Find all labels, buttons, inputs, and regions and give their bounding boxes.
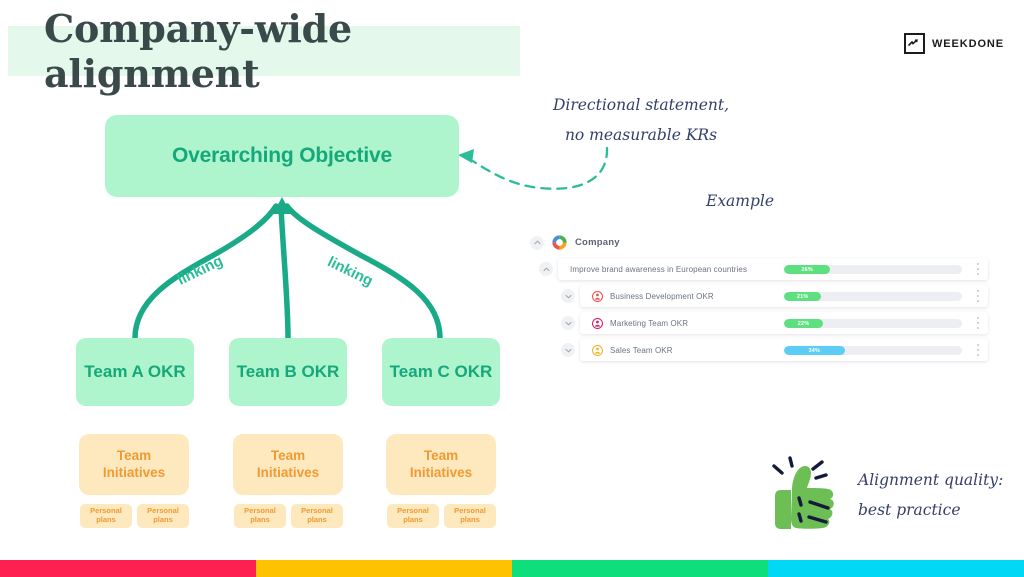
row-menu-icon[interactable] bbox=[976, 317, 979, 329]
page-title: Company-wide alignment bbox=[44, 6, 352, 96]
table-row[interactable]: Business Development OKR 21% bbox=[561, 285, 988, 307]
progress-bar: 34% bbox=[784, 346, 962, 355]
chevron-down-icon[interactable] bbox=[561, 343, 575, 357]
team-initiatives-line1-a: Team bbox=[116, 447, 152, 463]
team-initiatives-line1-b: Team bbox=[270, 447, 306, 463]
app-company-header[interactable]: Company bbox=[530, 235, 620, 250]
table-row[interactable]: Improve brand awareness in European coun… bbox=[539, 258, 988, 280]
footer-color-bar bbox=[0, 560, 1024, 577]
team-avatar-icon bbox=[592, 317, 603, 329]
annotation-alignment-quality: Alignment quality: best practice bbox=[858, 465, 1008, 525]
progress-bar-fill: 22% bbox=[784, 319, 824, 328]
progress-percent: 21% bbox=[796, 293, 809, 300]
team-okr-label-c: Team C OKR bbox=[389, 362, 493, 381]
row-menu-icon[interactable] bbox=[976, 263, 979, 275]
team-okr-label-b: Team B OKR bbox=[236, 362, 340, 381]
chevron-up-icon[interactable] bbox=[530, 235, 544, 250]
personal-plans-chip[interactable]: Personal plans bbox=[444, 504, 496, 528]
row-title: Business Development OKR bbox=[610, 291, 714, 301]
team-okr-box-b[interactable]: Team B OKR bbox=[229, 338, 347, 406]
progress-bar-fill: 26% bbox=[784, 265, 831, 274]
footer-segment bbox=[768, 560, 1024, 577]
chevron-down-icon[interactable] bbox=[561, 289, 575, 303]
row-menu-icon[interactable] bbox=[976, 344, 979, 356]
personal-plans-chip[interactable]: Personal plans bbox=[137, 504, 189, 528]
row-title: Improve brand awareness in European coun… bbox=[570, 264, 748, 274]
rainbow-ring-icon bbox=[552, 235, 567, 250]
footer-segment bbox=[0, 560, 256, 577]
personal-plans-line2: plans bbox=[250, 515, 270, 524]
progress-percent: 22% bbox=[797, 320, 810, 327]
annotation-example: Example bbox=[706, 192, 775, 210]
overarching-objective-box[interactable]: Overarching Objective bbox=[105, 115, 459, 197]
chart-zigzag-icon bbox=[904, 33, 926, 54]
row-menu-icon[interactable] bbox=[976, 290, 979, 302]
footer-segment bbox=[512, 560, 768, 577]
link-label-left: linking bbox=[174, 252, 226, 289]
slide-canvas: Company-wide alignment WEEKDONE linking … bbox=[0, 0, 1024, 577]
personal-plans-line2: plans bbox=[153, 515, 173, 524]
progress-percent: 26% bbox=[801, 266, 813, 273]
team-okr-box-c[interactable]: Team C OKR bbox=[382, 338, 500, 406]
personal-plans-line2: plans bbox=[96, 515, 116, 524]
progress-bar-fill: 21% bbox=[784, 292, 822, 301]
personal-plans-chip[interactable]: Personal plans bbox=[291, 504, 343, 528]
team-initiatives-line2-b: Initiatives bbox=[256, 464, 320, 480]
team-avatar-icon bbox=[592, 344, 603, 356]
team-initiatives-line2-c: Initiatives bbox=[409, 464, 473, 480]
thumbs-up-icon bbox=[772, 456, 834, 529]
app-screenshot-panel: Company Improve brand awareness in Europ… bbox=[524, 233, 994, 373]
personal-plans-chip[interactable]: Personal plans bbox=[234, 504, 286, 528]
chevron-up-icon[interactable] bbox=[539, 262, 553, 276]
team-avatar-icon bbox=[592, 290, 603, 302]
personal-plans-line2: plans bbox=[307, 515, 327, 524]
team-initiatives-box-a[interactable]: Team Initiatives bbox=[79, 434, 189, 495]
annotation-directional-statement: Directional statement, no measurable KRs bbox=[536, 90, 746, 150]
team-initiatives-line1-c: Team bbox=[423, 447, 459, 463]
annotation-directional-line2: no measurable KRs bbox=[564, 126, 718, 145]
link-label-right: linking bbox=[324, 253, 376, 290]
team-initiatives-box-b[interactable]: Team Initiatives bbox=[233, 434, 343, 495]
team-okr-label-a: Team A OKR bbox=[84, 362, 186, 381]
row-title: Marketing Team OKR bbox=[610, 318, 689, 328]
personal-plans-chip[interactable]: Personal plans bbox=[80, 504, 132, 528]
annotation-quality-line2: best practice bbox=[858, 501, 961, 520]
progress-bar: 26% bbox=[784, 265, 962, 274]
progress-bar: 21% bbox=[784, 292, 962, 301]
table-row[interactable]: Marketing Team OKR 22% bbox=[561, 312, 988, 334]
footer-segment bbox=[256, 560, 512, 577]
team-initiatives-line2-a: Initiatives bbox=[102, 464, 166, 480]
chevron-down-icon[interactable] bbox=[561, 316, 575, 330]
progress-percent: 34% bbox=[808, 347, 821, 354]
personal-plans-line2: plans bbox=[403, 515, 423, 524]
team-initiatives-box-c[interactable]: Team Initiatives bbox=[386, 434, 496, 495]
app-okr-rows: Improve brand awareness in European coun… bbox=[539, 258, 988, 366]
row-title: Sales Team OKR bbox=[610, 345, 673, 355]
overarching-objective-label: Overarching Objective bbox=[172, 144, 392, 167]
brand-name: WEEKDONE bbox=[932, 37, 1004, 50]
brand-logo: WEEKDONE bbox=[904, 33, 1004, 54]
app-company-label: Company bbox=[575, 237, 620, 248]
table-row[interactable]: Sales Team OKR 34% bbox=[561, 339, 988, 361]
annotation-directional-line1: Directional statement, bbox=[552, 96, 730, 114]
team-okr-box-a[interactable]: Team A OKR bbox=[76, 338, 194, 406]
progress-bar: 22% bbox=[784, 319, 962, 328]
annotation-quality-line1: Alignment quality: bbox=[858, 471, 1004, 489]
personal-plans-line2: plans bbox=[460, 515, 480, 524]
personal-plans-chip[interactable]: Personal plans bbox=[387, 504, 439, 528]
progress-bar-fill: 34% bbox=[784, 346, 845, 355]
